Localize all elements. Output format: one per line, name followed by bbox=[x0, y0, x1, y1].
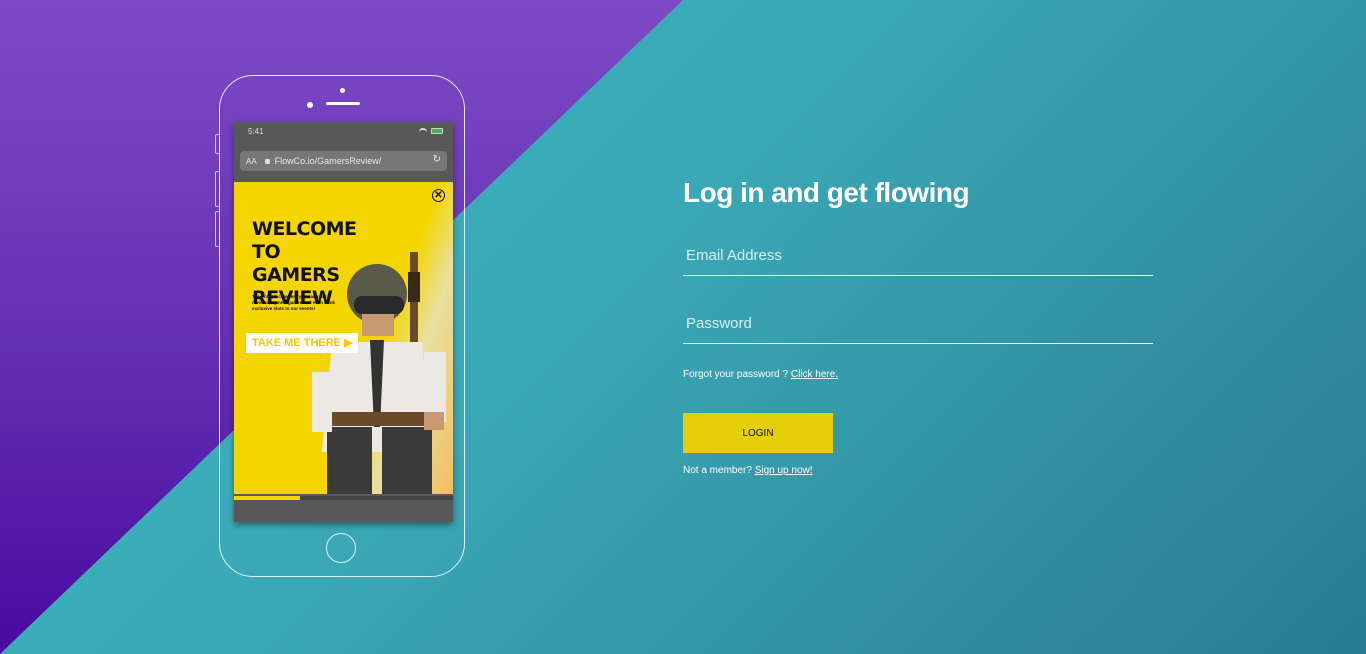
ad-headline-line: WELCOME bbox=[252, 218, 357, 240]
reload-icon: ↻ bbox=[432, 154, 441, 165]
page-title: Log in and get flowing bbox=[683, 177, 970, 208]
phone-home-button bbox=[326, 533, 356, 563]
gamers-review-ad: ✕ WELCOME TO GAMERS REVIEW The only plac… bbox=[234, 182, 453, 494]
login-button[interactable]: LOGIN bbox=[683, 413, 833, 453]
signup-prompt: Not a member? Sign up now! bbox=[683, 465, 813, 476]
forgot-password-text: Forgot your password ? bbox=[683, 369, 789, 380]
password-field[interactable] bbox=[683, 303, 1153, 343]
phone-status-bar: 5:41 bbox=[234, 122, 453, 144]
signup-link[interactable]: Sign up now! bbox=[755, 465, 813, 476]
text-size-label: AA bbox=[246, 156, 257, 166]
browser-url-bar: AA FlowCo.io/GamersReview/ ↻ bbox=[240, 151, 447, 171]
phone-camera bbox=[340, 88, 345, 93]
forgot-password-link[interactable]: Click here. bbox=[791, 369, 838, 380]
phone-side-button bbox=[215, 211, 219, 247]
phone-side-button bbox=[215, 171, 219, 207]
phone-speaker bbox=[326, 102, 360, 105]
signup-text: Not a member? bbox=[683, 465, 752, 476]
forgot-password: Forgot your password ? Click here. bbox=[683, 369, 838, 380]
ad-close-icon: ✕ bbox=[432, 189, 445, 202]
ad-progress-fill bbox=[234, 496, 300, 500]
url-text: FlowCo.io/GamersReview/ bbox=[274, 156, 382, 166]
ad-headline-line: TO GAMERS bbox=[252, 241, 340, 286]
ad-progress-bar bbox=[234, 496, 453, 500]
phone-screen: 5:41 AA FlowCo.io/GamersReview/ ↻ ✕ WELC… bbox=[234, 122, 453, 522]
phone-side-button bbox=[215, 134, 219, 154]
wifi-icon bbox=[419, 128, 427, 134]
status-time: 5:41 bbox=[248, 127, 264, 136]
lock-icon bbox=[264, 158, 270, 164]
ad-blurb: The only place where you can read review… bbox=[252, 294, 336, 311]
phone-mockup: 5:41 AA FlowCo.io/GamersReview/ ↻ ✕ WELC… bbox=[215, 75, 465, 577]
battery-icon bbox=[431, 128, 443, 134]
phone-sensor bbox=[307, 102, 313, 108]
email-field[interactable] bbox=[683, 235, 1153, 275]
password-field-wrapper bbox=[683, 303, 1153, 344]
status-icons bbox=[419, 128, 443, 134]
email-field-wrapper bbox=[683, 235, 1153, 276]
ad-cta-button: TAKE ME THERE ▶ bbox=[246, 333, 358, 353]
